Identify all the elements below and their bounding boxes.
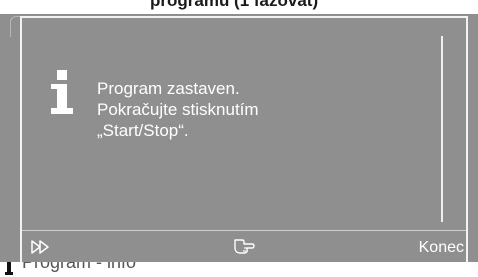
info-icon xyxy=(51,70,73,114)
hand-pointing-icon[interactable] xyxy=(232,236,256,258)
message-line-3: „Start/Stop“. xyxy=(97,121,189,140)
info-icon xyxy=(5,262,13,275)
top-strip: programu (1 fázovat) xyxy=(0,0,478,14)
footer-divider xyxy=(22,230,466,231)
message-line-2: Pokračujte stisknutím xyxy=(97,100,259,119)
fast-forward-icon[interactable] xyxy=(30,237,54,257)
end-button[interactable]: Konec xyxy=(419,238,464,258)
top-strip-text: programu (1 fázovat) xyxy=(150,0,319,10)
program-stopped-dialog: Program zastaven. Pokračujte stisknutím … xyxy=(20,16,468,262)
dialog-message: Program zastaven. Pokračujte stisknutím … xyxy=(97,78,397,141)
message-line-1: Program zastaven. xyxy=(97,79,240,98)
scrollbar[interactable] xyxy=(441,36,443,222)
program-info-label: Program - info xyxy=(22,262,137,272)
device-screen: Program zastaven. Pokračujte stisknutím … xyxy=(0,14,478,262)
bottom-strip: Program - info xyxy=(0,262,478,277)
